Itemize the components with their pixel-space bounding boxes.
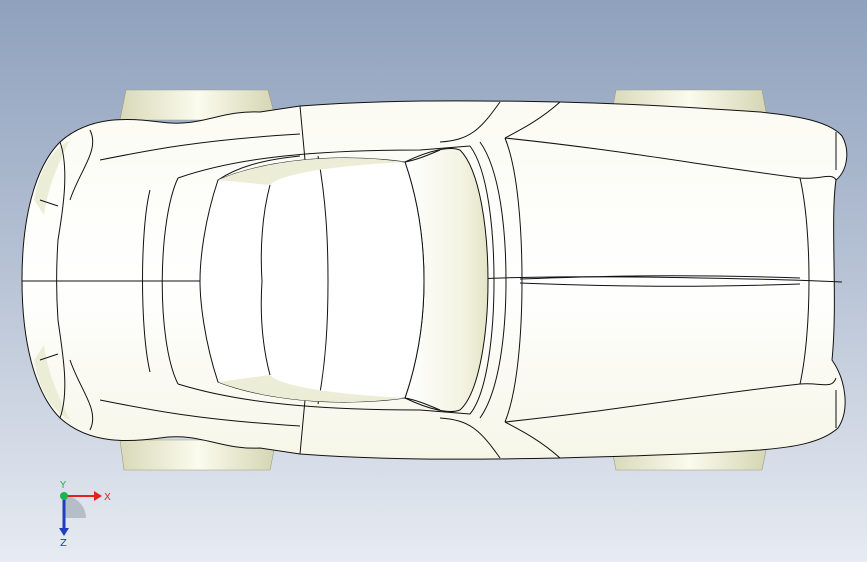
graphics-viewport[interactable]: X Y Z bbox=[0, 0, 867, 562]
windshield[interactable] bbox=[199, 157, 425, 403]
orientation-triad[interactable]: X Y Z bbox=[46, 478, 116, 548]
x-axis-arrow bbox=[94, 491, 102, 501]
y-axis-label: Y bbox=[59, 480, 67, 491]
cabin[interactable] bbox=[199, 148, 489, 412]
z-axis-label: Z bbox=[60, 538, 67, 548]
z-axis-arrow bbox=[59, 528, 69, 536]
x-axis-label: X bbox=[104, 492, 111, 503]
car-model-top-view[interactable] bbox=[0, 0, 867, 562]
y-axis-dot bbox=[60, 492, 68, 500]
